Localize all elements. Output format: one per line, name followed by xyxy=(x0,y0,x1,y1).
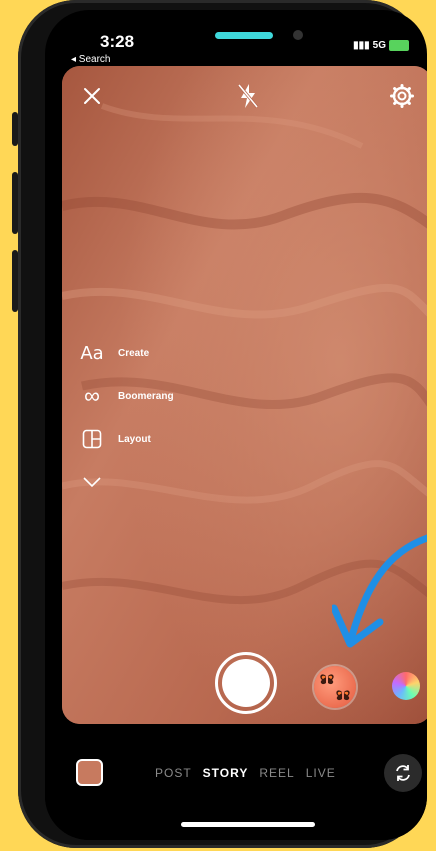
mode-story[interactable]: STORY xyxy=(203,766,249,780)
mode-post[interactable]: POST xyxy=(155,766,192,780)
close-icon[interactable] xyxy=(82,86,102,111)
home-indicator[interactable] xyxy=(181,822,315,827)
menu-item-layout[interactable]: Layout xyxy=(80,427,151,451)
volume-up-button xyxy=(12,172,18,234)
text-aa-icon: Aa xyxy=(80,342,104,364)
status-icons: ▮▮▮ 5G xyxy=(353,40,409,51)
butterfly-icon xyxy=(320,674,350,701)
camera-bottom-bar: POST STORY REEL LIVE xyxy=(45,724,427,840)
effects-gallery-button[interactable] xyxy=(392,672,420,700)
battery-icon xyxy=(389,40,409,51)
layout-icon xyxy=(80,427,104,451)
mute-switch xyxy=(12,112,18,146)
flash-off-icon[interactable] xyxy=(236,82,260,115)
chevron-down-icon xyxy=(80,470,104,494)
shutter-inner xyxy=(222,659,270,707)
front-camera xyxy=(293,30,303,40)
mode-live[interactable]: LIVE xyxy=(306,766,336,780)
back-to-search-link[interactable]: ◂ Search xyxy=(71,54,110,65)
phone-frame: 3:28 ◂ Search ▮▮▮ 5G Aa Create ∞ Boomera… xyxy=(12,0,427,848)
signal-icon: ▮▮▮ xyxy=(353,40,370,51)
status-time: 3:28 xyxy=(100,32,135,51)
menu-expand[interactable] xyxy=(80,470,104,494)
menu-label-layout: Layout xyxy=(118,433,151,445)
annotation-arrow-icon xyxy=(332,534,427,648)
notch xyxy=(141,10,353,54)
volume-down-button xyxy=(12,250,18,312)
shutter-button[interactable] xyxy=(215,652,277,714)
menu-item-boomerang[interactable]: ∞ Boomerang xyxy=(80,383,174,408)
camera-viewfinder[interactable]: Aa Create ∞ Boomerang Layout xyxy=(62,66,427,724)
gallery-thumbnail[interactable] xyxy=(76,759,103,786)
flip-camera-button[interactable] xyxy=(384,754,422,792)
screen: 3:28 ◂ Search ▮▮▮ 5G Aa Create ∞ Boomera… xyxy=(45,10,427,840)
mode-reel[interactable]: REEL xyxy=(259,766,294,780)
mode-selector: POST STORY REEL LIVE xyxy=(155,766,336,780)
gear-icon[interactable] xyxy=(390,84,414,113)
menu-item-create[interactable]: Aa Create xyxy=(80,341,149,365)
menu-label-boomerang: Boomerang xyxy=(118,390,174,402)
network-label: 5G xyxy=(372,40,386,51)
menu-label-create: Create xyxy=(118,347,150,359)
butterfly-effect-button[interactable] xyxy=(314,666,356,708)
infinity-icon: ∞ xyxy=(84,383,100,408)
flip-camera-icon xyxy=(396,765,410,781)
speaker xyxy=(215,32,273,39)
